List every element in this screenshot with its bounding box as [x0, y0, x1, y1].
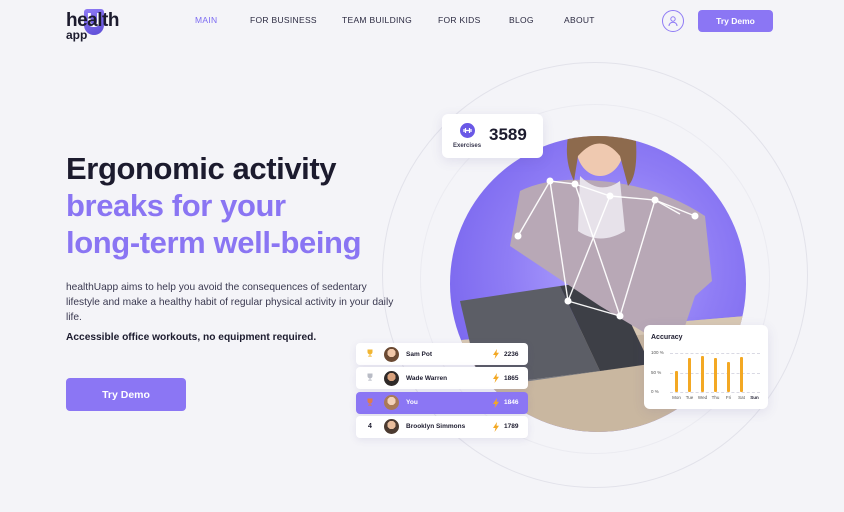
- nav-item-for-business[interactable]: FOR BUSINESS: [250, 15, 317, 25]
- user-account-button[interactable]: [662, 10, 684, 32]
- accuracy-day-label: Sun: [750, 395, 759, 400]
- lightning-icon: [493, 421, 499, 432]
- leaderboard-name: Brooklyn Simmons: [406, 423, 466, 431]
- accuracy-y-label: 50 %: [651, 369, 662, 375]
- leaderboard: Sam Pot 2236 Wade Warren 1865 You 1846 4…: [356, 343, 528, 440]
- avatar: [384, 370, 399, 386]
- accuracy-bar: [701, 356, 704, 392]
- avatar: [384, 395, 399, 411]
- accuracy-gridline: [670, 353, 760, 354]
- accuracy-card: Accuracy 100 % 50 % 0 % Mon Tue Wed Thu Fri Sat S…: [644, 325, 768, 409]
- leaderboard-row: Wade Warren 1865: [356, 367, 528, 390]
- leaderboard-name: Sam Pot: [406, 350, 433, 358]
- user-icon: [668, 16, 678, 27]
- nav-item-about[interactable]: ABOUT: [564, 15, 595, 25]
- leaderboard-name: You: [406, 399, 418, 407]
- leaderboard-row: 4 Brooklyn Simmons 1789: [356, 415, 528, 438]
- leaderboard-rank: 4: [368, 423, 372, 431]
- accuracy-bar: [727, 361, 730, 392]
- leaderboard-row: Sam Pot 2236: [356, 343, 528, 365]
- accuracy-day-label: Wed: [697, 395, 708, 400]
- nav-item-for-kids[interactable]: FOR KIDS: [438, 15, 481, 25]
- accuracy-day-label: Tue: [685, 395, 694, 400]
- logo-app-text: app: [66, 28, 88, 42]
- gold-trophy-icon: [356, 349, 384, 359]
- hero-heading-line2: breaks for your: [66, 188, 286, 223]
- exercises-label: Exercises: [453, 143, 482, 149]
- accuracy-bar: [714, 358, 717, 392]
- leaderboard-row-current-user: You 1846: [356, 391, 528, 414]
- hero-description-strong: Accessible office workouts, no equipment…: [66, 332, 317, 343]
- nav-item-blog[interactable]: BLOG: [509, 15, 534, 25]
- accuracy-y-label: 0 %: [651, 389, 659, 394]
- lightning-icon: [493, 349, 499, 359]
- accuracy-title: Accuracy: [651, 334, 683, 341]
- try-demo-hero-button[interactable]: Try Demo: [66, 378, 186, 411]
- dumbbell-icon: [460, 123, 475, 138]
- accuracy-gridline: [670, 392, 760, 393]
- hero-heading-line3: long-term well-being: [66, 225, 362, 260]
- accuracy-bar: [675, 370, 678, 392]
- accuracy-day-label: Sat: [738, 395, 745, 400]
- hero-heading: Ergonomic activity breaks for your long-…: [66, 150, 362, 261]
- lightning-icon: [493, 373, 499, 384]
- exercises-count: 3589: [489, 125, 527, 144]
- accuracy-day-label: Thu: [711, 395, 720, 400]
- leaderboard-score: 1789: [504, 423, 519, 431]
- accuracy-day-label: Mon: [672, 395, 681, 400]
- accuracy-bar: [688, 357, 691, 392]
- try-demo-header-button[interactable]: Try Demo: [698, 10, 773, 32]
- nav-item-team-building[interactable]: TEAM BUILDING: [342, 15, 412, 25]
- leaderboard-score: 1846: [504, 399, 519, 407]
- nav-item-main[interactable]: MAIN: [195, 15, 217, 25]
- hero-heading-line1: Ergonomic activity: [66, 151, 337, 186]
- leaderboard-score: 2236: [504, 350, 519, 358]
- accuracy-bar: [740, 356, 743, 392]
- exercises-card: Exercises 3589: [442, 114, 543, 158]
- lightning-icon: [493, 397, 499, 408]
- accuracy-y-label: 100 %: [651, 350, 664, 355]
- silver-trophy-icon: [356, 373, 384, 383]
- avatar: [384, 419, 399, 435]
- bronze-trophy-icon: [356, 398, 384, 408]
- leaderboard-name: Wade Warren: [406, 374, 448, 382]
- leaderboard-score: 1865: [504, 374, 519, 382]
- avatar: [384, 346, 399, 362]
- accuracy-day-label: Fri: [725, 395, 732, 400]
- hero-description: healthUapp aims to help you avoid the co…: [66, 282, 394, 323]
